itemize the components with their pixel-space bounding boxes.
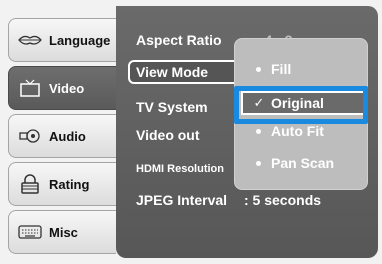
video-out-label[interactable]: Video out <box>136 127 200 143</box>
bullet-icon <box>256 128 261 134</box>
speaker-icon <box>17 127 43 145</box>
tab-rating[interactable]: Rating <box>8 162 116 206</box>
tab-video-label: Video <box>49 80 85 96</box>
aspect-ratio-label[interactable]: Aspect Ratio <box>136 32 222 48</box>
keyboard-icon <box>17 223 43 241</box>
lips-icon <box>17 31 43 49</box>
bullet-icon <box>256 66 261 72</box>
lock-icon <box>17 174 43 194</box>
jpeg-interval-label[interactable]: JPEG Interval <box>136 192 227 208</box>
tv-system-label[interactable]: TV System <box>136 99 208 115</box>
jpeg-interval-value: : 5 seconds <box>244 192 322 208</box>
tab-rating-label: Rating <box>49 176 90 192</box>
tab-language-label: Language <box>49 32 111 48</box>
option-label: Pan Scan <box>271 155 335 171</box>
hdmi-resolution-label[interactable]: HDMI Resolution <box>136 163 224 175</box>
tv-icon <box>17 79 43 97</box>
focus-cursor <box>234 86 368 124</box>
tab-video[interactable]: Video <box>8 66 122 110</box>
option-label: Fill <box>271 61 292 77</box>
tab-misc-label: Misc <box>49 224 78 240</box>
view-mode-label[interactable]: View Mode <box>136 64 208 80</box>
option-label: Auto Fit <box>271 123 324 139</box>
tab-misc[interactable]: Misc <box>8 210 116 254</box>
view-mode-option-fill[interactable]: Fill <box>244 56 360 82</box>
tab-audio-label: Audio <box>49 128 86 144</box>
tab-language[interactable]: Language <box>8 18 116 62</box>
tab-audio[interactable]: Audio <box>8 114 116 158</box>
bullet-icon <box>256 160 261 166</box>
view-mode-option-pan-scan[interactable]: Pan Scan <box>244 150 360 176</box>
